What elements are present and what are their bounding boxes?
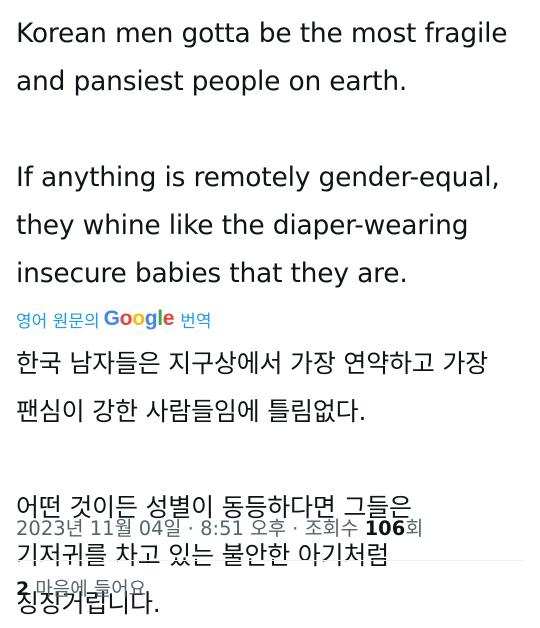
meta-separator: · bbox=[181, 517, 201, 540]
tweet-time[interactable]: 8:51 오후 bbox=[200, 517, 286, 540]
likes-stat[interactable]: 2 마음에 들어요 bbox=[16, 574, 146, 601]
meta-separator: · bbox=[285, 517, 305, 540]
translate-link[interactable]: 영어 원문의 Google 번역 bbox=[16, 304, 526, 334]
tweet-text-english: Korean men gotta be the most fragile and… bbox=[16, 10, 526, 298]
korean-paragraph-1: 한국 남자들은 지구상에서 가장 연약하고 가장 팬심이 강한 사람들임에 틀림… bbox=[16, 340, 526, 436]
english-paragraph-2: If anything is remotely gender-equal, th… bbox=[16, 154, 526, 298]
korean-paragraph-2: 어떤 것이든 성별이 동등하다면 그들은 기저귀를 차고 있는 불안한 아기처럼… bbox=[16, 484, 526, 628]
text-line: If anything is remotely gender-equal, bbox=[16, 162, 500, 193]
divider bbox=[16, 560, 524, 561]
translate-label-suffix: 번역 bbox=[180, 311, 212, 332]
views-label: 조회수 bbox=[304, 517, 365, 540]
google-logo: Google bbox=[103, 307, 175, 330]
english-paragraph-1: Korean men gotta be the most fragile and… bbox=[16, 10, 526, 106]
tweet-meta: 2023년 11월 04일 · 8:51 오후 · 조회수 106회 bbox=[16, 512, 423, 541]
translate-label-prefix: 영어 원문의 bbox=[16, 311, 100, 332]
text-line: they whine like the diaper-wearing bbox=[16, 210, 469, 241]
views-suffix: 회 bbox=[405, 517, 424, 540]
likes-label: 마음에 들어요 bbox=[35, 578, 147, 600]
text-line: and pansiest people on earth. bbox=[16, 66, 408, 97]
text-line: insecure babies that they are. bbox=[16, 258, 408, 289]
tweet-date[interactable]: 2023년 11월 04일 bbox=[16, 517, 181, 540]
text-line: Korean men gotta be the most fragile bbox=[16, 18, 508, 49]
likes-count: 2 bbox=[16, 578, 30, 600]
views-count: 106 bbox=[364, 517, 406, 540]
text-line: 한국 남자들은 지구상에서 가장 연약하고 가장 bbox=[16, 349, 488, 378]
text-line: 팬심이 강한 사람들임에 틀림없다. bbox=[16, 397, 367, 426]
